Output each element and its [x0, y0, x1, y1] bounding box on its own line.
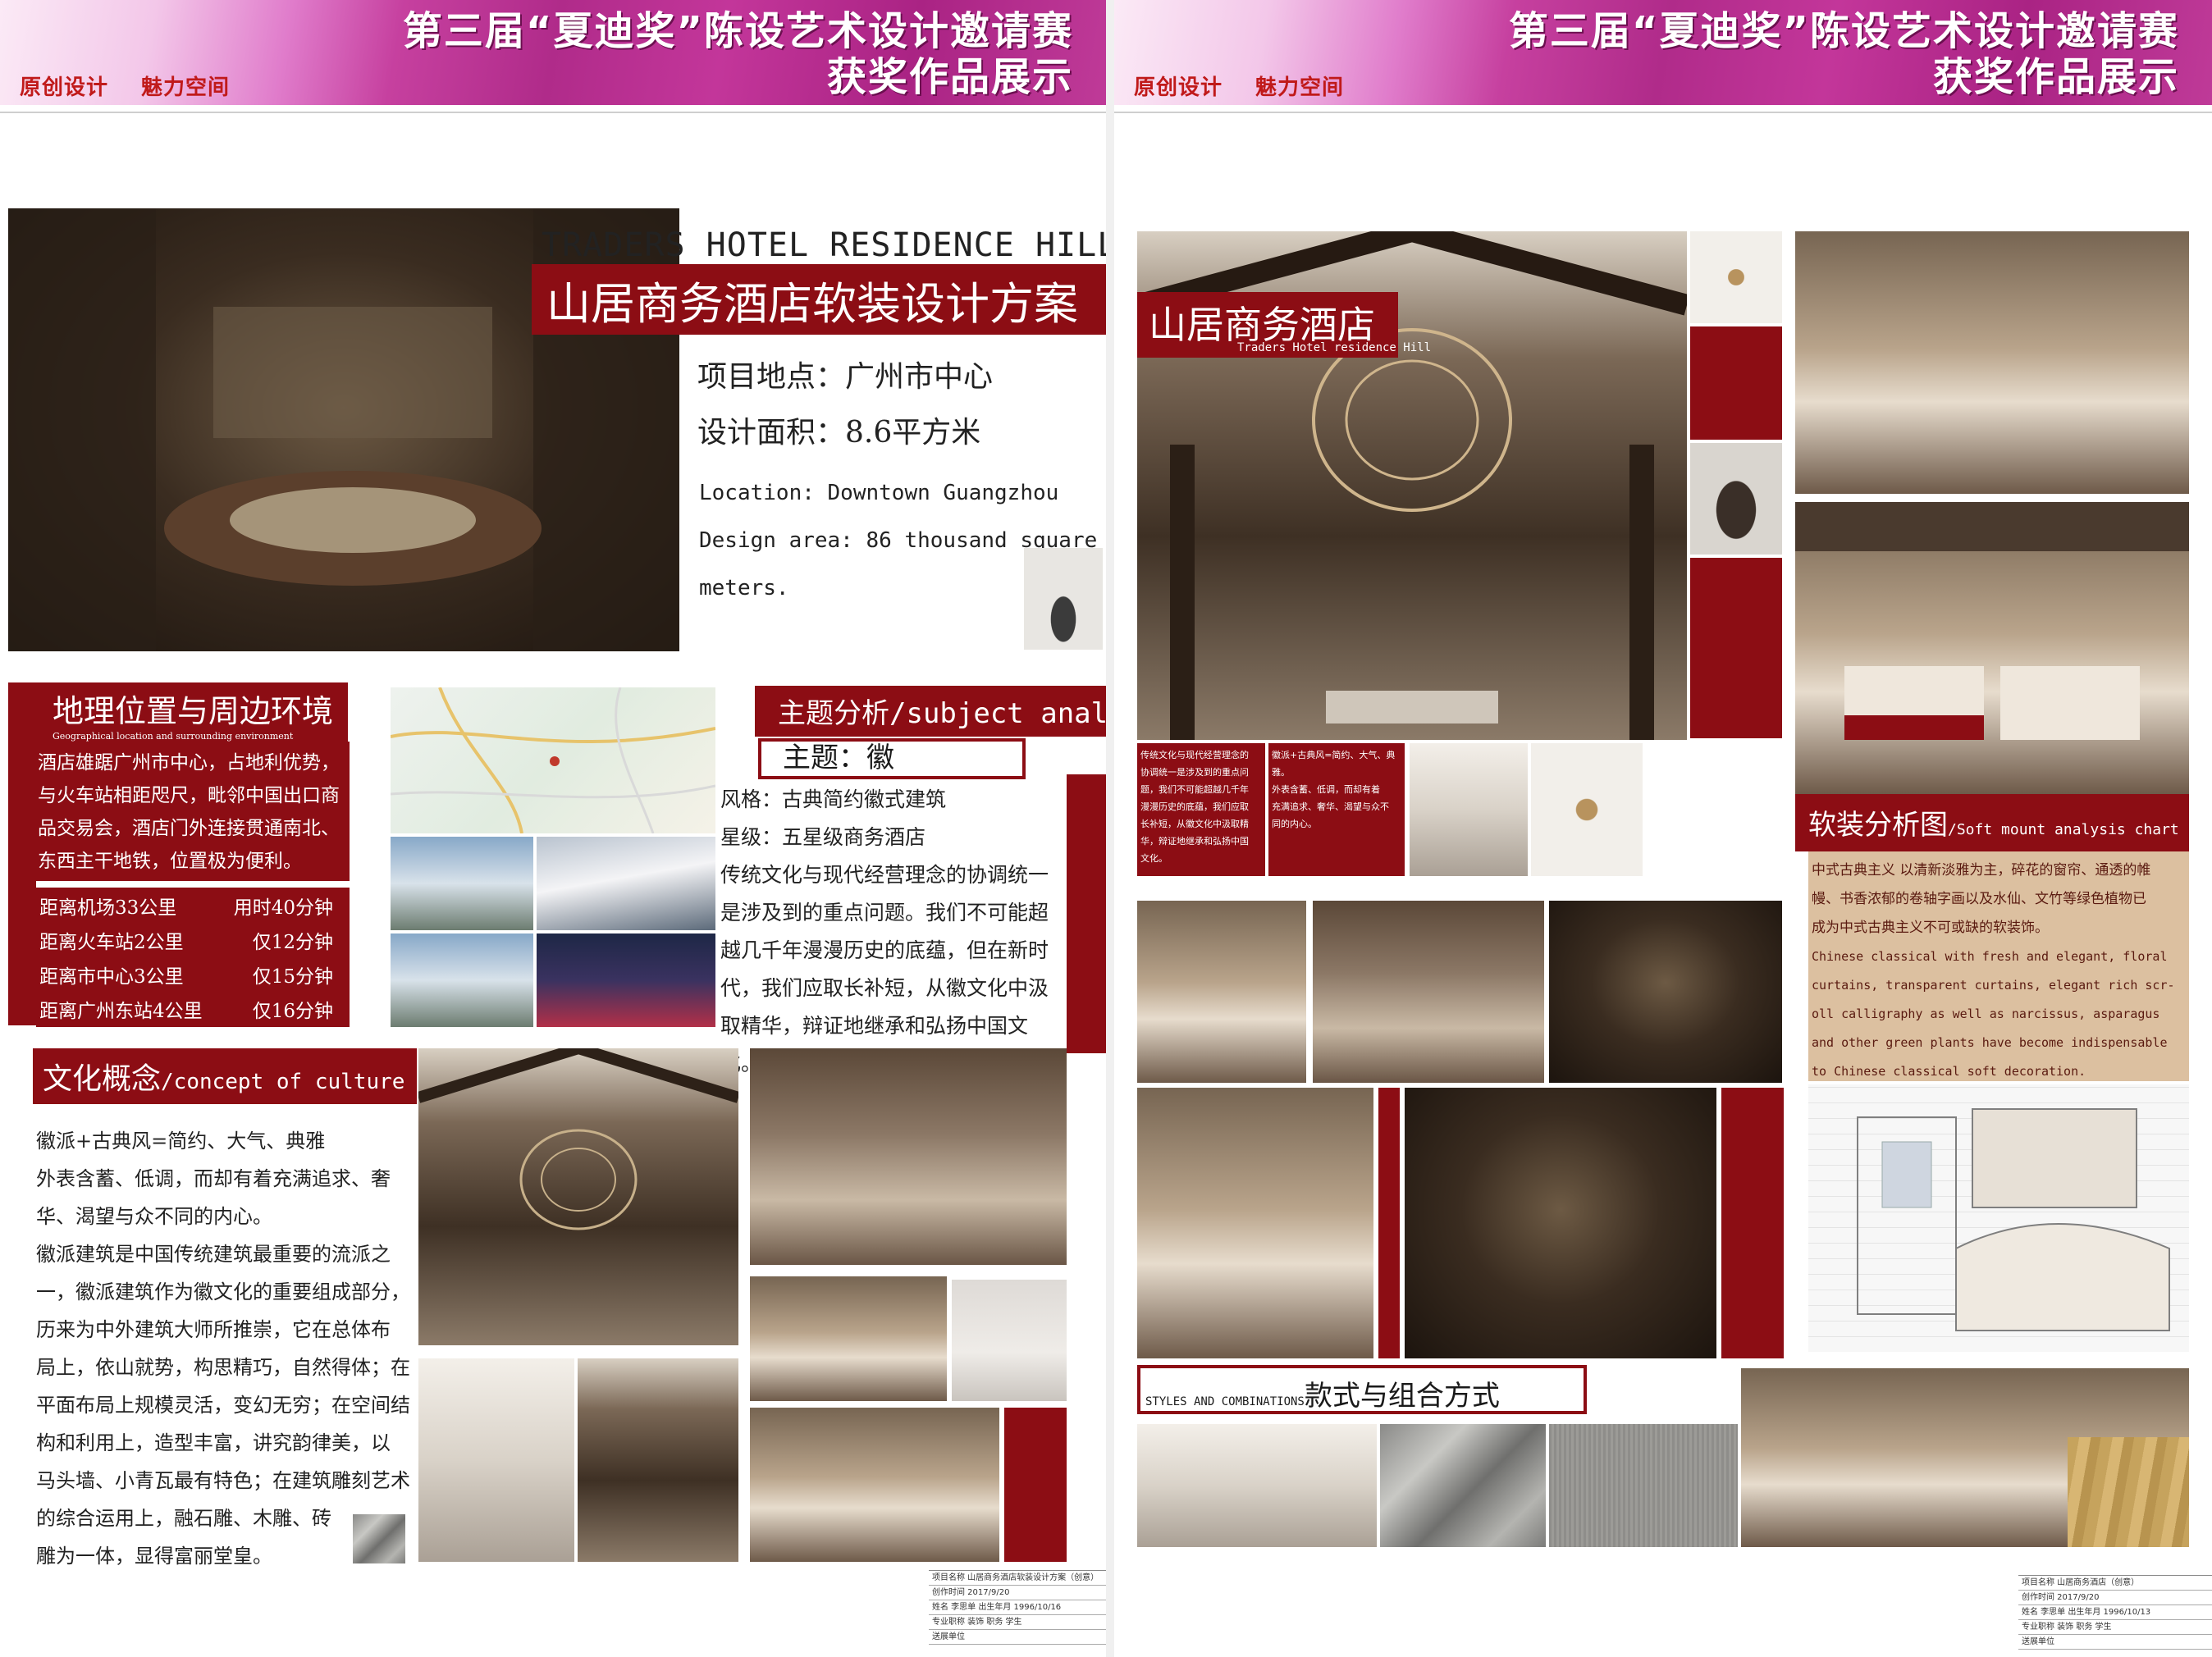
- project-location-cn: 项目地点：广州市中心: [697, 360, 994, 394]
- poster-gutter: [1106, 0, 1114, 1657]
- banner-title: 第三届“夏迪奖”陈设艺术设计邀请赛 获奖作品展示: [402, 8, 1073, 100]
- project-info-table: 项目名称 山居商务酒店（创意） 创作时间 2017/9/20 姓名 李思单 出生…: [2018, 1575, 2212, 1650]
- header-banner: 第三届“夏迪奖”陈设艺术设计邀请赛 获奖作品展示 原创设计 魅力空间: [1114, 0, 2212, 105]
- white-lounge-photo-2: [1137, 1424, 1377, 1547]
- project-info-table: 项目名称 山居商务酒店软装设计方案（创意） 创作时间 2017/9/20 姓名 …: [929, 1570, 1106, 1645]
- dragonfly-ornament-photo: [1531, 743, 1643, 876]
- marble-texture-swatch: [1380, 1424, 1546, 1547]
- twin-room-photo: [750, 1408, 999, 1562]
- city-skyline-photo: [391, 933, 533, 1027]
- distance-list: 距离机场33公里 用时40分钟 距离火车站2公里 仅12分钟 距离市中心3公里 仅15…: [36, 888, 350, 1027]
- poster-right: 第三届“夏迪奖”陈设艺术设计邀请赛 获奖作品展示 原创设计 魅力空间 山居商务酒店…: [1114, 0, 2212, 1657]
- subject-side-bar: [1067, 774, 1106, 1053]
- bedroom-photo-2: [1795, 502, 2189, 794]
- stone-texture-swatch: [353, 1514, 405, 1563]
- soft-analysis-title-box: 软装分析图/Soft mount analysis chart: [1795, 794, 2189, 851]
- expo-night-photo: [537, 933, 715, 1027]
- map-roads: [391, 687, 715, 833]
- hero-title-box: 山居商务酒店 Traders Hotel residence Hill: [1137, 292, 1431, 358]
- lantern-detail-photo: [578, 1358, 738, 1562]
- project-area-en-2: meters.: [699, 576, 789, 600]
- meeting-room-photo: [1549, 901, 1782, 1083]
- geo-title: 地理位置与周边环境: [53, 693, 334, 729]
- corner-red-block: [1004, 1408, 1067, 1562]
- chair-photo: [1690, 443, 1782, 555]
- geo-title-box: 地理位置与周边环境 Geographical location and surr…: [8, 682, 348, 742]
- bedroom-photo-4: [1137, 1088, 1373, 1358]
- culture-body: 徽派+古典风=简约、大气、典雅 外表含蓄、低调，而却有着充满追求、奢 华、渴望与…: [36, 1130, 410, 1568]
- project-cn-title-box: 山居商务酒店软装设计方案: [532, 264, 1106, 335]
- fabric-texture-swatch: [1549, 1424, 1738, 1547]
- floor-plan-drawing: [1808, 1084, 2189, 1352]
- banner-tagline: 原创设计 魅力空间: [1134, 75, 1345, 100]
- soft-analysis-title: 软装分析图/Soft mount analysis chart: [1808, 809, 2179, 842]
- hero-subtitle: Traders Hotel residence Hill: [1237, 341, 1432, 354]
- subject-title-box: 主题分析/subject anal: [755, 686, 1106, 737]
- white-lounge-photo: [1410, 743, 1528, 876]
- geo-description-box: 酒店雄踞广州市中心，占地利优势， 与火车站相距咫尺，毗邻中国出口商 品交易会，酒…: [36, 742, 350, 881]
- subject-title: 主题分析/subject anal: [778, 697, 1106, 730]
- project-cn-title: 山居商务酒店软装设计方案: [546, 278, 1078, 330]
- distance-row: 距离机场33公里 用时40分钟: [39, 897, 333, 919]
- project-en-title: TRADERS HOTEL RESIDENCE HILL: [542, 226, 1106, 264]
- project-area-cn: 设计面积：8.6平方米: [697, 416, 981, 450]
- middle-red-block: [1721, 1088, 1784, 1358]
- middle-red-strip: [1378, 1088, 1400, 1358]
- culture-title-box: 文化概念/concept of culture: [33, 1048, 417, 1104]
- wood-texture-swatch: [2068, 1437, 2189, 1547]
- bedroom-photo-3: [1137, 901, 1306, 1083]
- bedroom-illustration: [1795, 502, 2189, 740]
- geo-side-bar: [8, 742, 36, 1025]
- project-location-en: Location: Downtown Guangzhou: [699, 481, 1059, 505]
- stadium-photo: [391, 837, 533, 930]
- soft-analysis-body: 中式古典主义 以清新淡雅为主，碎花的窗帘、通透的帷 幔、书香浓郁的卷轴字画以及水…: [1808, 851, 2189, 1081]
- hero-red-block-2: [1690, 558, 1782, 738]
- banner-title: 第三届“夏迪奖”陈设艺术设计邀请赛 获奖作品展示: [1508, 8, 2179, 100]
- culture-title: 文化概念/concept of culture: [43, 1062, 405, 1096]
- banquet-hall-photo: [1313, 901, 1544, 1083]
- bedroom-photo-1: [1795, 231, 2189, 494]
- private-dining-photo: [1405, 1088, 1716, 1358]
- lobby-chandelier-photo: [418, 1048, 738, 1345]
- poster-left: 第三届“夏迪奖”陈设艺术设计邀请赛 获奖作品展示 原创设计 魅力空间 TRADER…: [0, 0, 1106, 1657]
- styles-label: STYLES AND COMBINATIONS款式与组合方式: [1145, 1380, 1500, 1413]
- header-banner: 第三届“夏迪奖”陈设艺术设计邀请赛 获奖作品展示 原创设计 魅力空间: [0, 0, 1106, 105]
- white-lounge-photo: [418, 1358, 574, 1562]
- distance-row: 距离市中心3公里 仅15分钟: [39, 966, 333, 988]
- suite-photo-2: [952, 1280, 1067, 1401]
- hero-red-block: [1690, 326, 1782, 440]
- geo-subtitle: Geographical location and surrounding en…: [53, 731, 294, 742]
- banner-tagline: 原创设计 魅力空间: [20, 75, 231, 100]
- banner-divider: [0, 112, 1106, 113]
- suite-photo-1: [750, 1276, 947, 1401]
- train-photo: [537, 837, 715, 930]
- subject-theme-box: 主题：徽: [758, 738, 1026, 779]
- distance-row: 距离广州东站4公里 仅16分钟: [39, 1001, 333, 1022]
- subject-body: 风格：古典简约徽式建筑 星级：五星级商务酒店 传统文化与现代经营理念的协调统一 …: [720, 787, 1049, 1075]
- map-image: [391, 687, 715, 833]
- styles-label-box: STYLES AND COMBINATIONS款式与组合方式: [1137, 1365, 1587, 1414]
- floor-plan-lines: [1857, 1108, 2170, 1331]
- lobby-roof-lines: [418, 1048, 738, 1230]
- soft-analysis-en: Chinese classical with fresh and elegant…: [1812, 949, 2175, 1079]
- meeting-room-photo: [750, 1048, 1067, 1265]
- banner-divider: [1114, 112, 2212, 113]
- soft-analysis-cn: 中式古典主义 以清新淡雅为主，碎花的窗帘、通透的帷 幔、书香浓郁的卷轴字画以及水…: [1812, 862, 2151, 936]
- distance-row: 距离火车站2公里 仅12分钟: [39, 932, 333, 953]
- pendant-lamp-photo: [1690, 231, 1782, 323]
- small-text-box-1: 传统文化与现代经营理念的 协调统一是涉及到的重点问 题，我们不可能超越几千年 漫…: [1137, 743, 1265, 876]
- vase-photo: [1024, 548, 1103, 650]
- small-text-box-2: 徽派+古典风=简约、大气、典 雅。 外表含蓄、低调，而却有着 充满追求、奢华、渴…: [1268, 743, 1405, 876]
- subject-theme: 主题：徽: [783, 742, 894, 774]
